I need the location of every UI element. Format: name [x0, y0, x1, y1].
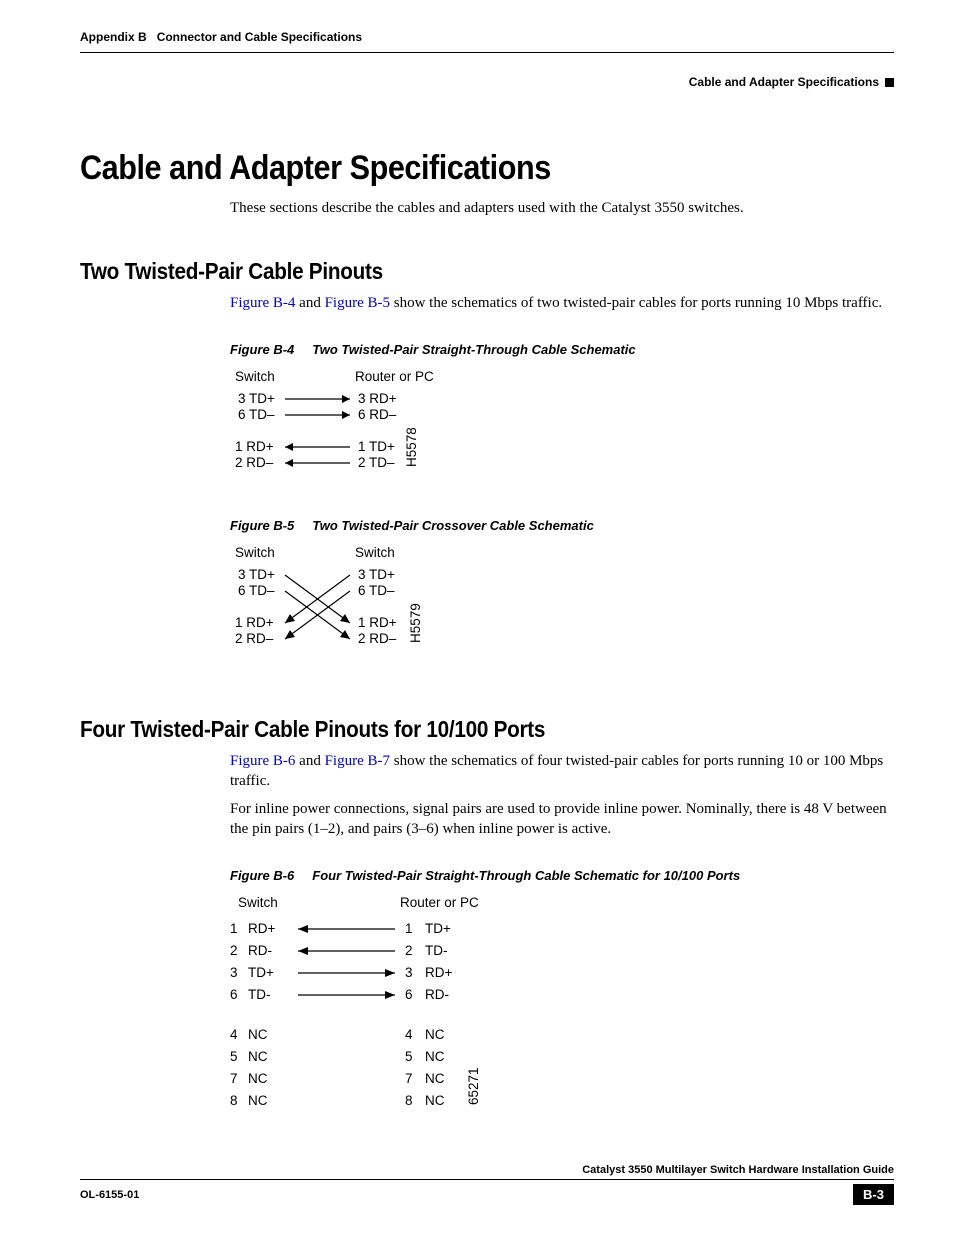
svg-text:2: 2: [230, 943, 238, 958]
svg-text:6 TD–: 6 TD–: [358, 583, 395, 598]
page-number-tab: B-3: [853, 1184, 894, 1205]
figure-b5-schematic: Switch Switch 3 TD+ 6 TD– 1 RD+ 2 RD– 3 …: [230, 543, 894, 676]
svg-text:7: 7: [230, 1071, 238, 1086]
svg-text:TD-: TD-: [248, 987, 271, 1002]
section-label: Cable and Adapter Specifications: [689, 75, 879, 89]
svg-text:3 TD+: 3 TD+: [358, 567, 395, 582]
svg-text:NC: NC: [425, 1027, 445, 1042]
svg-text:RD-: RD-: [425, 987, 449, 1002]
svg-text:5: 5: [405, 1049, 413, 1064]
svg-text:4: 4: [405, 1027, 413, 1042]
svg-text:3 TD+: 3 TD+: [238, 391, 275, 406]
svg-text:RD+: RD+: [425, 965, 452, 980]
svg-text:1: 1: [405, 921, 413, 936]
svg-text:NC: NC: [248, 1093, 268, 1108]
svg-text:NC: NC: [425, 1071, 445, 1086]
footer-doc-number: OL-6155-01: [80, 1189, 139, 1201]
svg-text:Router or PC: Router or PC: [400, 895, 479, 910]
svg-text:1 RD+: 1 RD+: [358, 615, 397, 630]
link-figure-b6[interactable]: Figure B-6: [230, 753, 295, 769]
svg-text:2 RD–: 2 RD–: [235, 631, 274, 646]
svg-text:Switch: Switch: [235, 369, 275, 384]
chapter-label: Connector and Cable Specifications: [157, 30, 362, 44]
svg-text:H5578: H5578: [404, 427, 419, 467]
svg-text:RD+: RD+: [248, 921, 275, 936]
svg-text:RD-: RD-: [248, 943, 272, 958]
figure-b6-caption: Figure B-6Four Twisted-Pair Straight-Thr…: [230, 868, 894, 883]
svg-text:3 RD+: 3 RD+: [358, 391, 397, 406]
section2-title: Four Twisted-Pair Cable Pinouts for 10/1…: [80, 716, 894, 743]
figure-b5-caption: Figure B-5Two Twisted-Pair Crossover Cab…: [230, 518, 894, 533]
svg-text:6: 6: [405, 987, 413, 1002]
svg-text:6: 6: [230, 987, 238, 1002]
running-head-right: Cable and Adapter Specifications: [689, 53, 894, 89]
svg-text:Switch: Switch: [235, 545, 275, 560]
svg-text:NC: NC: [425, 1093, 445, 1108]
svg-text:TD-: TD-: [425, 943, 448, 958]
svg-text:3: 3: [230, 965, 238, 980]
figure-b6-schematic: Switch Router or PC 1 RD+ 1 TD+ 2 RD- 2 …: [230, 893, 894, 1126]
svg-text:NC: NC: [248, 1027, 268, 1042]
svg-text:3: 3: [405, 965, 413, 980]
svg-text:4: 4: [230, 1027, 238, 1042]
svg-text:Router or PC: Router or PC: [355, 369, 434, 384]
section1-title: Two Twisted-Pair Cable Pinouts: [80, 258, 894, 285]
svg-text:5: 5: [230, 1049, 238, 1064]
section1-para1: Figure B-4 and Figure B-5 show the schem…: [230, 293, 894, 313]
section2-para2: For inline power connections, signal pai…: [230, 799, 894, 840]
page-title: Cable and Adapter Specifications: [80, 149, 894, 188]
section2-para1: Figure B-6 and Figure B-7 show the schem…: [230, 751, 894, 792]
svg-text:6 RD–: 6 RD–: [358, 407, 397, 422]
footer-guide-title: Catalyst 3550 Multilayer Switch Hardware…: [80, 1164, 894, 1179]
link-figure-b4[interactable]: Figure B-4: [230, 295, 295, 311]
header-square-icon: [885, 78, 894, 87]
link-figure-b5[interactable]: Figure B-5: [325, 295, 390, 311]
svg-text:3 TD+: 3 TD+: [238, 567, 275, 582]
svg-text:TD+: TD+: [248, 965, 274, 980]
svg-text:6 TD–: 6 TD–: [238, 583, 275, 598]
svg-text:65271: 65271: [466, 1067, 481, 1105]
svg-text:TD+: TD+: [425, 921, 451, 936]
svg-text:2: 2: [405, 943, 413, 958]
svg-text:8: 8: [230, 1093, 238, 1108]
intro-text: These sections describe the cables and a…: [230, 198, 894, 218]
link-figure-b7[interactable]: Figure B-7: [325, 753, 390, 769]
svg-text:NC: NC: [248, 1071, 268, 1086]
svg-text:2 TD–: 2 TD–: [358, 455, 395, 470]
svg-text:NC: NC: [248, 1049, 268, 1064]
running-head-left: Appendix B Connector and Cable Specifica…: [80, 30, 362, 44]
appendix-label: Appendix B: [80, 30, 147, 44]
svg-text:H5579: H5579: [408, 603, 423, 643]
figure-b4-schematic: Switch Router or PC 3 TD+ 3 RD+ 6 TD– 6 …: [230, 367, 894, 490]
page-footer: Catalyst 3550 Multilayer Switch Hardware…: [80, 1164, 894, 1205]
svg-text:6 TD–: 6 TD–: [238, 407, 275, 422]
svg-text:1 RD+: 1 RD+: [235, 615, 274, 630]
svg-text:1: 1: [230, 921, 238, 936]
figure-b4-caption: Figure B-4Two Twisted-Pair Straight-Thro…: [230, 342, 894, 357]
svg-text:Switch: Switch: [238, 895, 278, 910]
svg-text:7: 7: [405, 1071, 413, 1086]
svg-text:NC: NC: [425, 1049, 445, 1064]
svg-text:8: 8: [405, 1093, 413, 1108]
svg-text:1 TD+: 1 TD+: [358, 439, 395, 454]
svg-text:2 RD–: 2 RD–: [358, 631, 397, 646]
svg-text:Switch: Switch: [355, 545, 395, 560]
svg-text:1 RD+: 1 RD+: [235, 439, 274, 454]
svg-text:2 RD–: 2 RD–: [235, 455, 274, 470]
